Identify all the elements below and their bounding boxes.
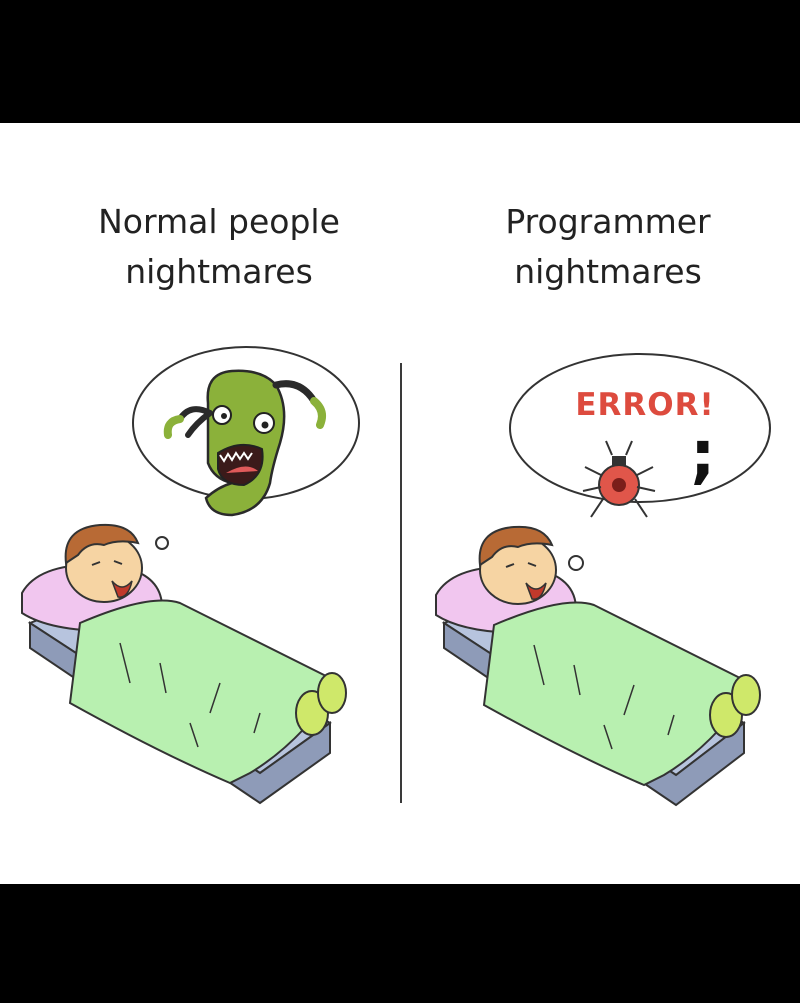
meme-panel-area: Normal people nightmares Programmer nigh… — [0, 123, 800, 884]
right-scene-illustration — [435, 353, 771, 807]
bottom-black-bar — [0, 884, 800, 1003]
right-sleeper-head — [478, 525, 557, 605]
top-black-bar — [0, 0, 800, 123]
semicolon-symbol: ; — [690, 418, 716, 492]
